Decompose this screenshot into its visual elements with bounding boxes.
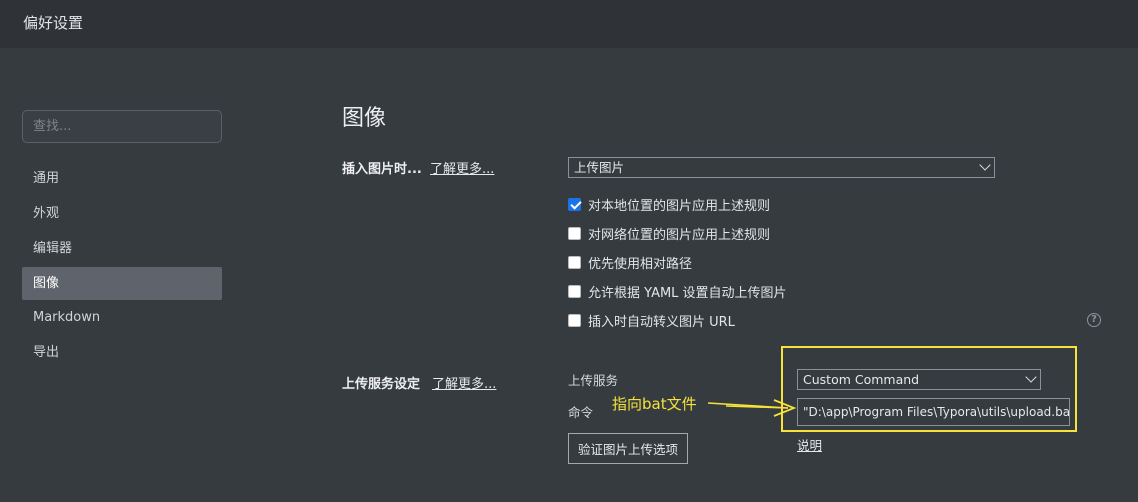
option-network-images[interactable]: 对网络位置的图片应用上述规则 xyxy=(568,225,771,243)
insert-image-select-value: 上传图片 xyxy=(574,160,625,175)
sidebar-item-image[interactable]: 图像 xyxy=(22,267,222,300)
sidebar-item-general[interactable]: 通用 xyxy=(22,162,222,195)
upload-service-learn-more-link[interactable]: 了解更多... xyxy=(432,373,496,392)
title-bar: 偏好设置 xyxy=(0,0,1138,48)
option-label: 对本地位置的图片应用上述规则 xyxy=(588,198,771,214)
annotation-text: 指向bat文件 xyxy=(612,395,697,413)
sidebar-item-markdown[interactable]: Markdown xyxy=(22,301,222,334)
option-label: 允许根据 YAML 设置自动上传图片 xyxy=(588,285,787,301)
checkbox-escape-url[interactable] xyxy=(568,313,581,327)
search-input[interactable] xyxy=(22,110,222,143)
sidebar-item-appearance[interactable]: 外观 xyxy=(22,197,222,230)
checkbox-relative-path[interactable] xyxy=(568,255,581,269)
sidebar-item-export[interactable]: 导出 xyxy=(22,336,222,369)
checkbox-network-images[interactable] xyxy=(568,226,581,240)
upload-service-field-label: 上传服务 xyxy=(568,373,619,388)
explain-link[interactable]: 说明 xyxy=(797,435,822,454)
checkbox-local-images[interactable] xyxy=(568,197,581,211)
window-title: 偏好设置 xyxy=(23,14,84,32)
verify-upload-button[interactable]: 验证图片上传选项 xyxy=(568,433,688,464)
option-yaml-upload[interactable]: 允许根据 YAML 设置自动上传图片 xyxy=(568,283,787,301)
sidebar-item-editor[interactable]: 编辑器 xyxy=(22,232,222,265)
option-label: 插入时自动转义图片 URL xyxy=(588,314,735,330)
insert-image-select[interactable]: 上传图片 xyxy=(568,157,995,178)
insert-image-label: 插入图片时... xyxy=(342,162,422,177)
annotation-arrow-icon xyxy=(707,399,797,417)
page-title: 图像 xyxy=(342,106,387,131)
option-label: 对网络位置的图片应用上述规则 xyxy=(588,227,771,243)
upload-service-label: 上传服务设定 xyxy=(342,377,421,392)
question-circle-icon[interactable]: ? xyxy=(1087,313,1101,327)
command-field-label: 命令 xyxy=(568,405,594,420)
annotation-highlight-box xyxy=(781,346,1077,432)
option-escape-url[interactable]: 插入时自动转义图片 URL xyxy=(568,312,735,330)
option-relative-path[interactable]: 优先使用相对路径 xyxy=(568,254,693,272)
checkbox-yaml-upload[interactable] xyxy=(568,284,581,298)
insert-image-learn-more-link[interactable]: 了解更多... xyxy=(430,158,494,177)
option-local-images[interactable]: 对本地位置的图片应用上述规则 xyxy=(568,196,771,214)
chevron-down-icon xyxy=(979,159,991,171)
option-label: 优先使用相对路径 xyxy=(588,256,693,272)
